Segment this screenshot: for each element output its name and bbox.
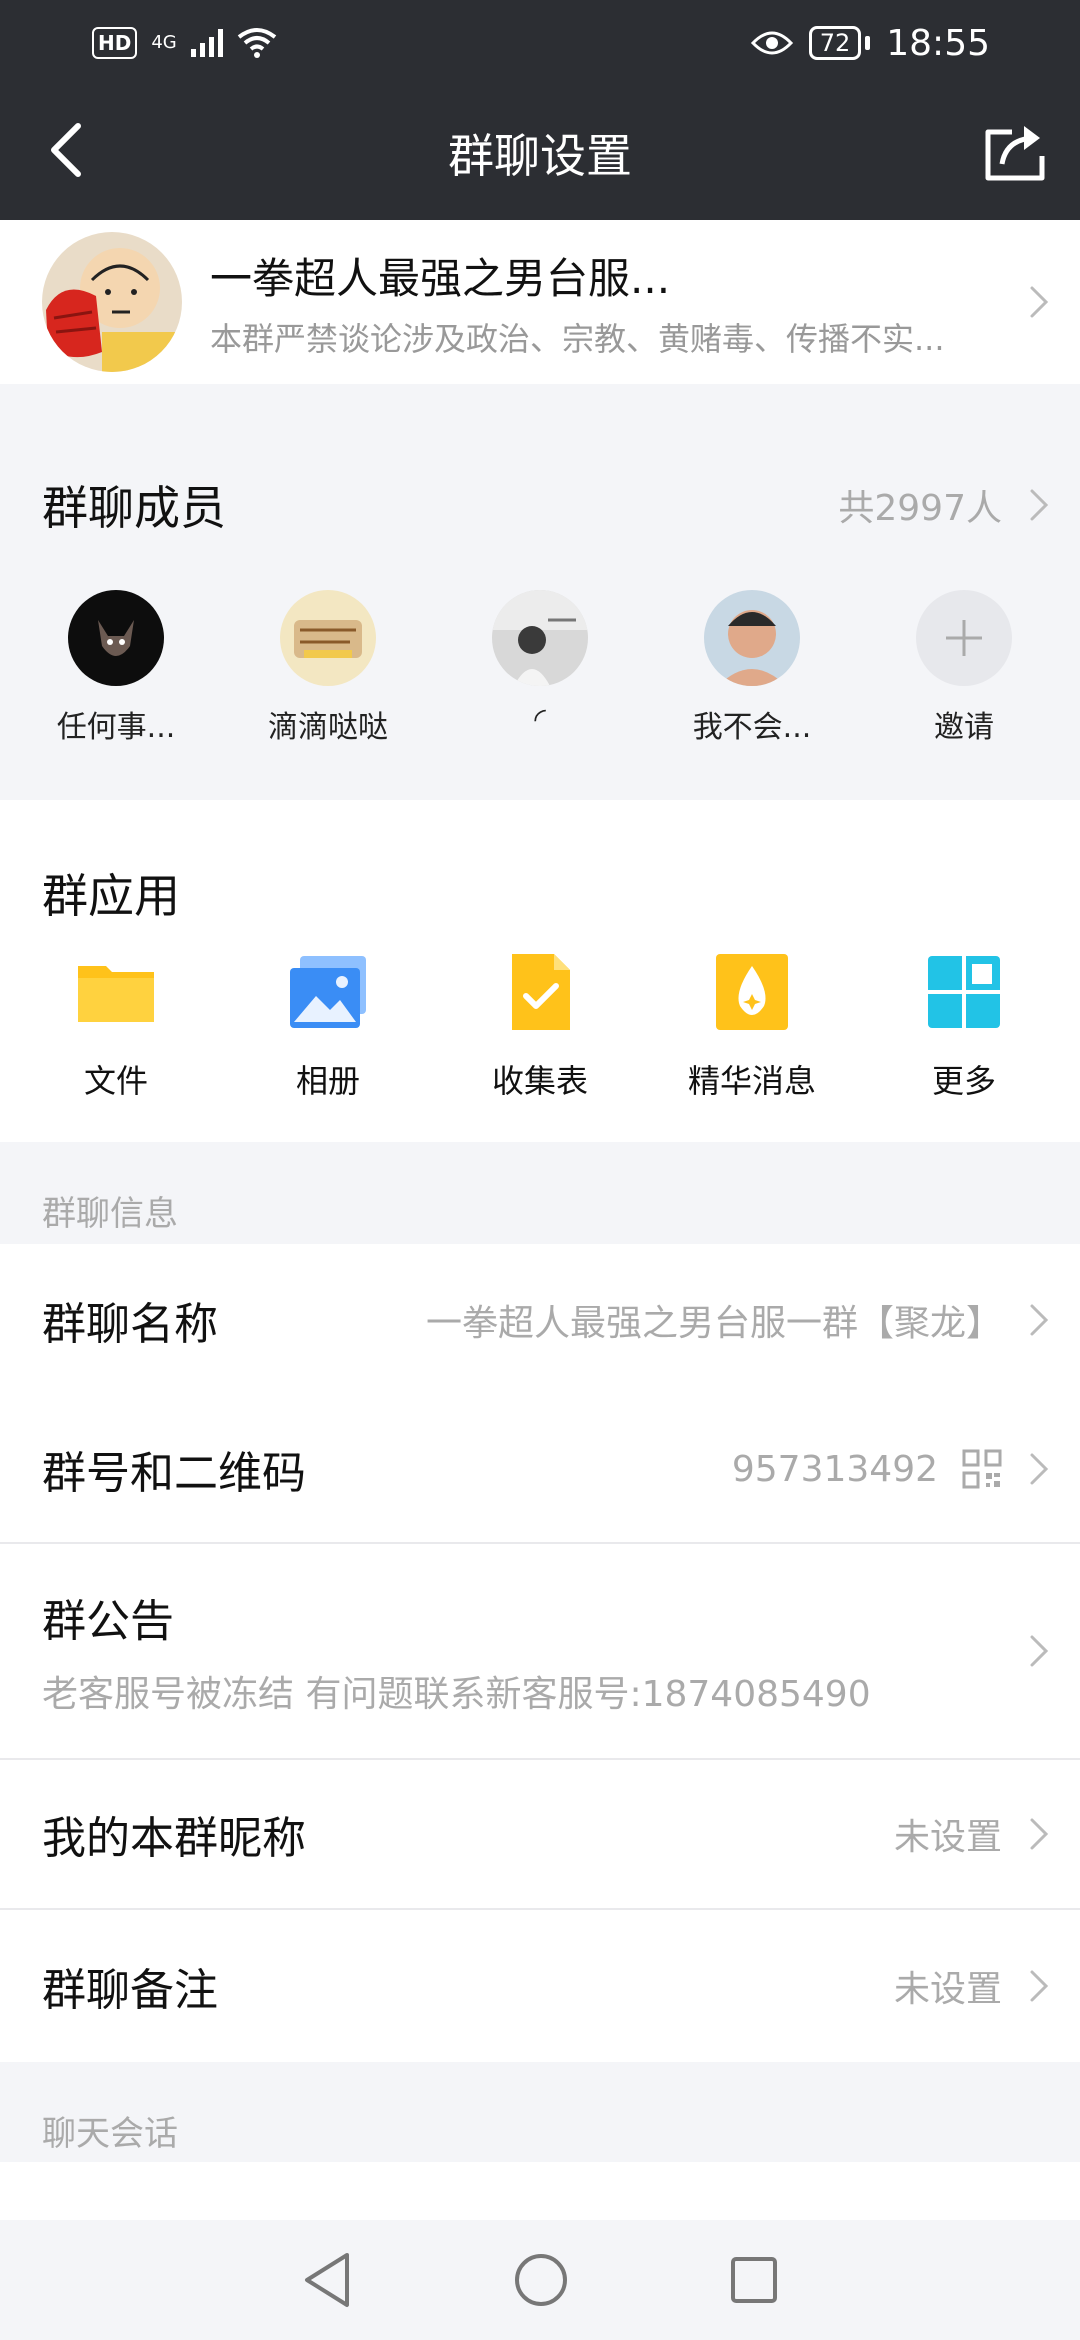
album-icon: [290, 956, 366, 1028]
announcement-row[interactable]: 群公告 老客服号被冻结 有问题联系新客服号:1874085490: [0, 1544, 1080, 1758]
invite-label: 邀请: [934, 710, 994, 745]
grid-more-icon: [928, 956, 1000, 1028]
battery-icon: 72: [808, 26, 871, 60]
plus-icon[interactable]: [916, 590, 1012, 686]
folder-icon: [78, 966, 154, 1022]
row-title: 我的本群昵称: [42, 1813, 306, 1864]
signal-icon: [190, 29, 223, 57]
chat-session-section-label: 聊天会话: [42, 2114, 178, 2154]
members-header[interactable]: 群聊成员 共2997人: [0, 420, 1080, 590]
form-icon: [512, 954, 570, 1030]
row-title: 群聊备注: [42, 1965, 218, 2016]
chat-session-row-partial[interactable]: [0, 2162, 1080, 2220]
row-title: 群号和二维码: [42, 1448, 306, 1499]
battery-level: 72: [808, 26, 862, 60]
eye-icon: [750, 31, 793, 55]
clock: 18:55: [886, 22, 990, 64]
nav-bar: 群聊设置: [0, 86, 1080, 220]
page-title: 群聊设置: [448, 129, 632, 183]
row-right: 未设置: [894, 1808, 1052, 1860]
nav-recents-icon[interactable]: [729, 2255, 779, 2305]
qr-code-icon[interactable]: [962, 1449, 1002, 1489]
share-icon[interactable]: [980, 122, 1050, 184]
member-avatar[interactable]: [492, 590, 588, 686]
invite-button[interactable]: 邀请: [884, 590, 1044, 746]
my-nickname-row[interactable]: 我的本群昵称 未设置: [0, 1760, 1080, 1908]
apps-list: 文件 相册 收集表 精华消息 更多: [0, 950, 1080, 1102]
status-bar: HD 4G 72 18:55: [0, 0, 1080, 86]
row-right: 957313492: [732, 1449, 1052, 1490]
chevron-right-icon: [1030, 286, 1049, 318]
member-name: 滴滴哒哒: [268, 710, 388, 745]
chevron-right-icon: [1030, 1304, 1049, 1336]
hd-badge: HD: [92, 27, 138, 59]
announcement-value: 老客服号被冻结 有问题联系新客服号:1874085490: [42, 1674, 871, 1715]
member-item[interactable]: 我不会...: [672, 590, 832, 746]
status-right: 72 18:55: [750, 22, 990, 64]
group-number-row[interactable]: 群号和二维码 957313492: [0, 1396, 1080, 1542]
essence-icon: [716, 954, 788, 1030]
network-label: 4G: [151, 32, 177, 53]
wifi-icon: [237, 28, 276, 58]
group-texts: 一拳超人最强之男台服... 本群严禁谈论涉及政治、宗教、黄赌毒、传播不实...: [210, 245, 1026, 360]
group-description: 本群严禁谈论涉及政治、宗教、黄赌毒、传播不实...: [210, 319, 945, 358]
nickname-value: 未设置: [893, 1817, 1002, 1858]
row-right: [1026, 1633, 1052, 1669]
apps-title: 群应用: [42, 869, 180, 923]
group-info-section-label: 群聊信息: [42, 1194, 178, 1234]
app-album[interactable]: 相册: [228, 950, 428, 1102]
group-remark-row[interactable]: 群聊备注 未设置: [0, 1910, 1080, 2062]
row-title: 群聊名称: [42, 1299, 218, 1350]
member-list: 任何事... 滴滴哒哒 ◜ 我不会... 邀请: [0, 590, 1080, 746]
row-right: 未设置: [894, 1960, 1052, 2012]
app-label: 更多: [931, 1062, 996, 1100]
app-essence[interactable]: 精华消息: [652, 950, 852, 1102]
chevron-right-icon: [1030, 1635, 1049, 1667]
group-profile-card[interactable]: 一拳超人最强之男台服... 本群严禁谈论涉及政治、宗教、黄赌毒、传播不实...: [0, 220, 1080, 384]
member-avatar[interactable]: [280, 590, 376, 686]
app-label: 文件: [83, 1062, 148, 1100]
group-name-value: 一拳超人最强之男台服一群【聚龙】: [425, 1303, 1002, 1344]
group-apps-section: 群应用 文件 相册 收集表 精华消息 更多: [0, 800, 1080, 1142]
members-title: 群聊成员: [42, 481, 226, 535]
member-avatar[interactable]: [68, 590, 164, 686]
member-item[interactable]: ◜: [460, 590, 620, 746]
group-name: 一拳超人最强之男台服...: [210, 253, 671, 303]
chevron-right-icon: [1030, 1970, 1049, 2002]
row-right: 一拳超人最强之男台服一群【聚龙】: [426, 1294, 1052, 1346]
member-name: 任何事...: [56, 710, 176, 745]
group-number-value: 957313492: [731, 1448, 938, 1490]
row-title: 群公告: [42, 1596, 174, 1647]
members-section: 群聊成员 共2997人 任何事... 滴滴哒哒 ◜ 我不会... 邀请: [0, 420, 1080, 800]
member-item[interactable]: 滴滴哒哒: [248, 590, 408, 746]
member-name: ◜: [534, 702, 546, 737]
back-arrow-icon[interactable]: [40, 120, 100, 180]
status-left: HD 4G: [92, 27, 277, 59]
group-avatar[interactable]: [42, 232, 182, 372]
system-nav-bar: [0, 2220, 1080, 2340]
announcement-texts: 群公告 老客服号被冻结 有问题联系新客服号:1874085490: [42, 1585, 871, 1717]
app-label: 精华消息: [687, 1062, 816, 1100]
group-name-row[interactable]: 群聊名称 一拳超人最强之男台服一群【聚龙】: [0, 1244, 1080, 1396]
member-name: 我不会...: [692, 710, 812, 745]
chevron-right-icon: [1030, 1453, 1049, 1485]
app-label: 收集表: [491, 1062, 588, 1100]
app-label: 相册: [295, 1062, 360, 1100]
member-item[interactable]: 任何事...: [36, 590, 196, 746]
chevron-right-icon: [1030, 1818, 1049, 1850]
app-form[interactable]: 收集表: [440, 950, 640, 1102]
chevron-right-icon: [1030, 489, 1049, 521]
nav-home-icon[interactable]: [513, 2252, 569, 2308]
app-files[interactable]: 文件: [16, 950, 216, 1102]
members-count-group[interactable]: 共2997人: [838, 479, 1052, 531]
app-more[interactable]: 更多: [864, 950, 1064, 1102]
members-count: 共2997人: [838, 488, 1002, 529]
member-avatar[interactable]: [704, 590, 800, 686]
remark-value: 未设置: [893, 1969, 1002, 2010]
nav-back-icon[interactable]: [301, 2251, 353, 2309]
